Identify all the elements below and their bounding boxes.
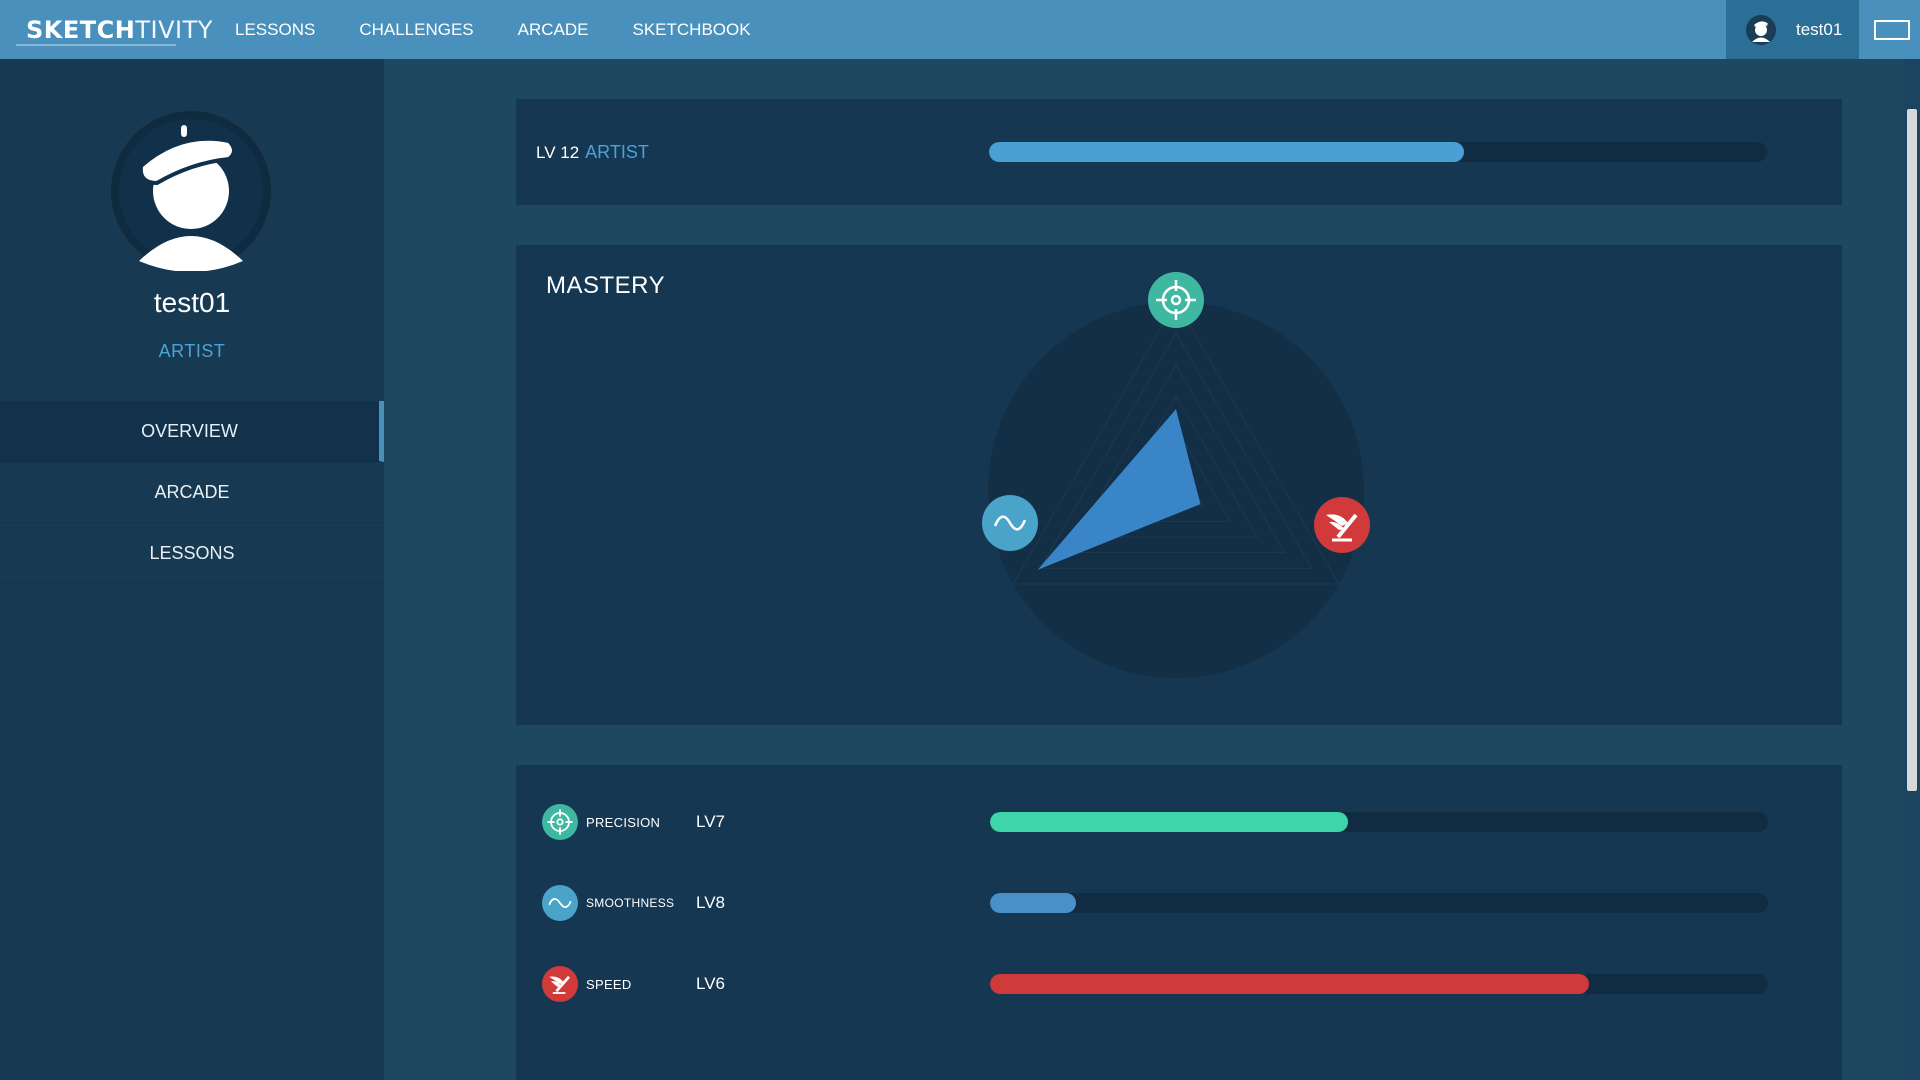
username-label: test01 <box>1796 19 1843 39</box>
level-progress-fill <box>989 142 1464 162</box>
user-menu[interactable]: test01 <box>1726 0 1859 59</box>
scrollbar-thumb[interactable] <box>1907 109 1917 791</box>
stat-level: LV6 <box>696 974 725 993</box>
main-nav: LESSONS CHALLENGES ARCADE SKETCHBOOK <box>235 0 795 59</box>
stat-progress-bar <box>990 974 1768 994</box>
level-rank: ARTIST <box>585 142 649 162</box>
level-progress-bar <box>989 142 1767 162</box>
winged-pen-icon <box>1314 497 1370 553</box>
sidebar-item-arcade[interactable]: ARCADE <box>0 462 384 523</box>
nav-item-sketchbook[interactable]: SKETCHBOOK <box>633 0 751 59</box>
nav-item-arcade[interactable]: ARCADE <box>518 0 589 59</box>
stat-progress-fill <box>990 893 1076 913</box>
mastery-panel: MASTERY <box>516 245 1842 725</box>
profile-username: test01 <box>153 287 231 318</box>
level-label: LV 12 ARTIST <box>536 142 649 163</box>
skill-stats-panel: PRECISION LV7 SMOOTHNESS LV8 SPEED LV6 <box>516 765 1842 1080</box>
user-avatar-icon <box>1746 14 1776 45</box>
app-logo[interactable]: SKETCHTIVITY <box>16 16 213 46</box>
crosshair-icon <box>1148 272 1204 328</box>
top-navbar: SKETCHTIVITY LESSONS CHALLENGES ARCADE S… <box>0 0 1920 59</box>
nav-item-lessons[interactable]: LESSONS <box>235 0 315 59</box>
stat-row-smoothness: SMOOTHNESS LV8 <box>542 883 1842 923</box>
stat-progress-fill <box>990 974 1590 994</box>
stat-row-precision: PRECISION LV7 <box>542 802 1842 842</box>
level-panel: LV 12 ARTIST <box>516 99 1842 205</box>
fullscreen-icon[interactable] <box>1874 20 1910 40</box>
sine-wave-icon <box>982 495 1038 551</box>
crosshair-icon <box>542 804 578 840</box>
avatar <box>111 111 271 272</box>
stat-level: LV7 <box>696 812 725 831</box>
profile-sidebar: test01 ARTIST OVERVIEW ARCADE LESSONS <box>0 59 384 1080</box>
stat-level: LV8 <box>696 893 725 912</box>
page-scrollbar[interactable] <box>1904 59 1920 1080</box>
sidebar-item-lessons[interactable]: LESSONS <box>0 523 384 584</box>
sidebar-menu: OVERVIEW ARCADE LESSONS <box>0 401 384 584</box>
level-number: LV 12 <box>536 143 580 162</box>
sidebar-item-overview[interactable]: OVERVIEW <box>0 401 384 462</box>
nav-item-challenges[interactable]: CHALLENGES <box>359 0 473 59</box>
stat-name: PRECISION <box>586 815 661 830</box>
winged-pen-icon <box>542 966 578 1002</box>
sine-wave-icon <box>542 885 578 921</box>
stat-row-speed: SPEED LV6 <box>542 964 1842 1004</box>
mastery-radar-chart <box>982 272 1370 678</box>
stat-progress-fill <box>990 812 1348 832</box>
profile-rank: ARTIST <box>158 341 226 361</box>
artist-beret-avatar-icon <box>111 111 271 272</box>
stat-progress-bar <box>990 893 1768 913</box>
stat-name: SMOOTHNESS <box>586 896 675 910</box>
stat-name: SPEED <box>586 977 632 992</box>
stat-progress-bar <box>990 812 1768 832</box>
